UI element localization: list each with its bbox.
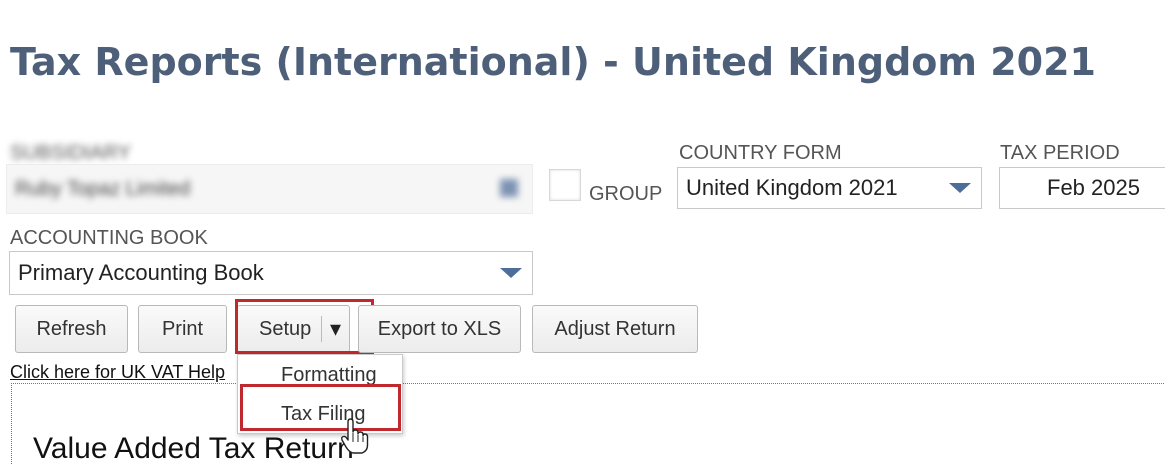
country-form-value: United Kingdom 2021 xyxy=(686,175,898,200)
adjust-return-button[interactable]: Adjust Return xyxy=(532,305,698,353)
subsidiary-label: SUBSIDIARY xyxy=(10,142,131,164)
page-title: Tax Reports (International) - United Kin… xyxy=(10,40,1096,84)
subsidiary-value: Ruby Topaz Limited xyxy=(15,177,191,200)
tax-period-value: Feb 2025 xyxy=(1047,175,1140,200)
tax-period-select[interactable]: Feb 2025 xyxy=(999,167,1165,209)
group-checkbox[interactable] xyxy=(549,169,581,201)
print-button[interactable]: Print xyxy=(138,305,227,353)
report-heading: Value Added Tax Return xyxy=(33,432,354,465)
hand-cursor-icon xyxy=(341,418,369,454)
accounting-book-label: ACCOUNTING BOOK xyxy=(10,227,208,249)
setup-highlight-box xyxy=(235,299,374,354)
subsidiary-dropdown-icon xyxy=(500,179,518,197)
tax-filing-highlight-box xyxy=(240,384,401,431)
accounting-book-value: Primary Accounting Book xyxy=(18,260,264,285)
uk-vat-help-link[interactable]: Click here for UK VAT Help xyxy=(10,362,225,383)
chevron-down-icon xyxy=(500,268,522,278)
tax-period-label: TAX PERIOD xyxy=(1000,142,1120,164)
export-xls-button[interactable]: Export to XLS xyxy=(358,305,521,353)
country-form-select[interactable]: United Kingdom 2021 xyxy=(677,167,982,209)
chevron-down-icon xyxy=(949,183,971,193)
group-label: GROUP xyxy=(589,183,663,205)
accounting-book-select[interactable]: Primary Accounting Book xyxy=(9,251,533,295)
subsidiary-select[interactable]: Ruby Topaz Limited xyxy=(6,164,533,214)
country-form-label: COUNTRY FORM xyxy=(679,142,842,164)
refresh-button[interactable]: Refresh xyxy=(15,305,128,353)
